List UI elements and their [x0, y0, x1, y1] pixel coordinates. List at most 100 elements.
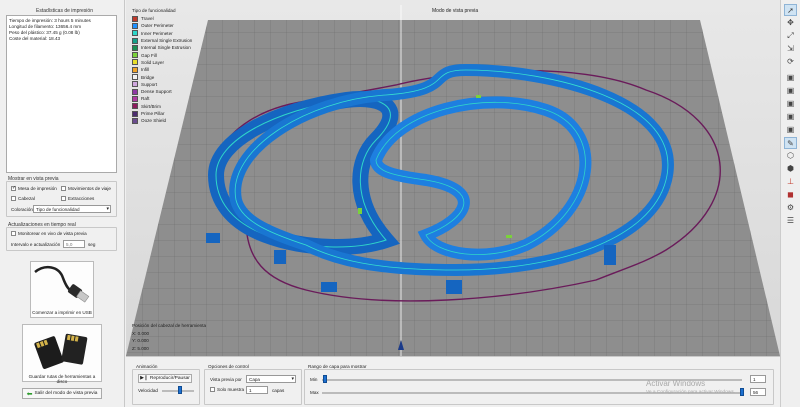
legend-label: Ooze Shield	[141, 118, 167, 124]
legend-label: Support	[141, 81, 158, 87]
legend-item: Outer Perimeter	[132, 22, 192, 29]
cube-back-icon[interactable]: ▣	[784, 85, 797, 97]
max-input[interactable]: 56	[750, 388, 766, 396]
legend-item: Skirt/Brim	[132, 103, 192, 110]
chk-head[interactable]: Cabezal	[11, 196, 35, 201]
pos-z: Z: 5.000	[132, 345, 149, 351]
legend-label: Internal Single Extrusion	[141, 45, 191, 51]
legend-swatch	[132, 52, 138, 59]
save-sd-button[interactable]: Guardar rutas de herramientas a disco	[22, 324, 102, 384]
legend-label: Inner Perimeter	[141, 30, 173, 36]
chk-bed-label: Mesa de impresión	[18, 186, 57, 191]
windows-watermark-sub: Ve a Configuración para activar Windows.	[646, 390, 736, 395]
sd-label: Guardar rutas de herramientas a disco	[28, 374, 96, 384]
pos-title: Posición del cabezal de herramienta	[132, 323, 207, 328]
cube-top-icon[interactable]: ▣	[784, 124, 797, 136]
checkbox-icon	[210, 387, 215, 392]
play-icon: ▶❙	[140, 376, 148, 381]
legend-label: Gap Fill	[141, 52, 157, 58]
cube-left-icon[interactable]: ▣	[784, 98, 797, 110]
checkbox-icon	[61, 196, 66, 201]
legend-item: Inner Perimeter	[132, 30, 192, 37]
layers-label: capas	[272, 388, 285, 393]
legend-swatch	[132, 44, 138, 51]
support-icon[interactable]: ⬢	[784, 163, 797, 175]
stats-title: Estadísticas de impresión	[36, 8, 93, 14]
legend-item: Ooze Shield	[132, 117, 192, 124]
move-icon[interactable]: ✥	[784, 17, 797, 29]
min-thumb[interactable]	[323, 375, 327, 383]
legend-item: Travel	[132, 15, 192, 22]
max-thumb[interactable]	[740, 388, 744, 396]
interval-label: Intervalo e actualización	[11, 242, 61, 247]
color-select[interactable]: Tipo de funcionalidad	[33, 205, 111, 213]
max-label: Max	[310, 390, 319, 395]
legend-swatch	[132, 15, 138, 22]
legend-swatch	[132, 22, 138, 29]
cube-front-icon[interactable]: ▣	[784, 72, 797, 84]
stats-box: Tiempo de impresión: 3 hours 5 minutes L…	[6, 15, 117, 173]
windows-watermark-title: Activar Windows	[646, 379, 706, 388]
cube-red-icon[interactable]: ◼	[784, 189, 797, 201]
settings-icon[interactable]: ☰	[784, 215, 797, 227]
cube-iso-icon[interactable]: ⬡	[784, 150, 797, 162]
legend-label: Travel	[141, 16, 154, 22]
legend-item: Raft	[132, 95, 192, 102]
preview-viewport[interactable]: Tipo de funcionalidad Travel Outer Perime…	[126, 0, 780, 356]
checkbox-icon	[61, 186, 66, 191]
view-by-label: Vista previa por	[210, 377, 242, 382]
usb-print-button[interactable]: Comenzar a imprimir en USB	[30, 261, 94, 318]
tab	[206, 233, 220, 243]
speed-label: Velocidad	[138, 388, 158, 393]
view-by-select[interactable]: Capa	[246, 375, 296, 383]
legend-swatch	[132, 95, 138, 102]
chk-monitor-label: Monitorear en vivo de vista previa	[18, 231, 87, 236]
interval-unit: seg	[88, 242, 96, 247]
scale-icon[interactable]: ⇲	[784, 43, 797, 55]
legend-swatch	[132, 66, 138, 73]
chk-retract[interactable]: Extracciones	[61, 196, 94, 201]
legend-label: Prime Pillar	[141, 111, 165, 116]
chk-bed[interactable]: Mesa de impresión	[11, 185, 57, 191]
tab	[446, 280, 462, 294]
legend: Tipo de funcionalidad Travel Outer Perime…	[132, 8, 192, 124]
legend-swatch	[132, 30, 138, 37]
tab	[604, 245, 616, 265]
measure-icon[interactable]: ✎	[784, 137, 797, 149]
legend-item: Prime Pillar	[132, 110, 192, 117]
refresh-icon[interactable]: ⟳	[784, 56, 797, 68]
chk-monitor[interactable]: Monitorear en vivo de vista previa	[11, 231, 87, 236]
legend-swatch	[132, 88, 138, 95]
play-pause-button[interactable]: ▶❙ Reproducir/Pausar	[138, 374, 192, 383]
only-show-input[interactable]: 1	[246, 386, 268, 394]
chk-only-show[interactable]: Solo muestra	[210, 387, 244, 392]
legend-label: Skirt/Brim	[141, 103, 161, 109]
chk-moves-label: Movimientos de viaje	[68, 186, 111, 191]
cursor-icon[interactable]: ➚	[784, 4, 797, 16]
legend-swatch	[132, 74, 138, 81]
legend-label: Bridge	[141, 74, 155, 80]
min-label: Min	[310, 377, 318, 382]
build-plate-scene	[126, 5, 780, 356]
interval-input[interactable]: 5,0	[63, 240, 85, 248]
legend-swatch	[132, 37, 138, 44]
min-input[interactable]: 1	[750, 375, 766, 383]
chk-moves[interactable]: Movimientos de viaje	[61, 186, 111, 191]
speed-thumb[interactable]	[178, 386, 182, 394]
rotate-icon[interactable]: ⤢	[784, 30, 797, 42]
tab	[321, 282, 337, 292]
usb-cable-icon	[34, 265, 90, 303]
legend-label: Outer Perimeter	[141, 23, 174, 29]
right-toolbar: ➚ ✥ ⤢ ⇲ ⟳ ▣ ▣ ▣ ▣ ▣ ✎ ⬡ ⬢ ⊥ ◼ ⚙ ☰	[780, 0, 800, 407]
legend-item: Bridge	[132, 73, 192, 81]
viewport-title: Modo de vista previa	[432, 8, 479, 14]
play-label: Reproducir/Pausar	[149, 376, 190, 381]
cube-right-icon[interactable]: ▣	[784, 111, 797, 123]
legend-item: External Single Extrusion	[132, 37, 192, 44]
gear-icon[interactable]: ⚙	[784, 202, 797, 214]
exit-preview-button[interactable]: ⬅ Salir del modo de vista previa	[22, 388, 102, 399]
axis-icon[interactable]: ⊥	[784, 176, 797, 188]
usb-label: Comenzar a imprimir en USB	[32, 310, 92, 315]
chk-retract-label: Extracciones	[68, 196, 95, 201]
bottom-panel: Animación ▶❙ Reproducir/Pausar Velocidad…	[126, 356, 780, 407]
